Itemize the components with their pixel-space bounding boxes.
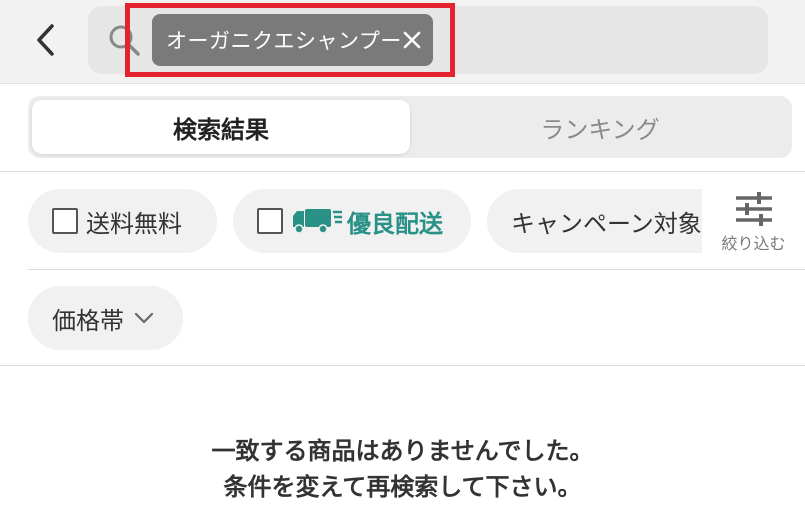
checkbox[interactable] xyxy=(257,208,283,234)
filter-free-shipping-label: 送料無料 xyxy=(86,209,182,238)
divider xyxy=(0,171,805,172)
filter-campaign-label: キャンペーン対象 xyxy=(511,209,702,238)
back-button[interactable] xyxy=(24,18,68,62)
filter-row: 送料無料 優良配送 キャンペーン対象 xyxy=(0,184,805,260)
sliders-icon xyxy=(735,192,772,226)
delivery-truck-icon xyxy=(293,209,342,234)
filter-good-delivery-label: 優良配送 xyxy=(347,209,443,238)
narrow-down-button[interactable]: 絞り込む xyxy=(702,184,805,260)
price-range-label: 価格帯 xyxy=(52,306,124,335)
checkbox[interactable] xyxy=(52,208,78,234)
highlight-annotation-box xyxy=(125,3,455,77)
price-range-dropdown[interactable]: 価格帯 xyxy=(28,286,183,350)
divider xyxy=(28,269,805,270)
no-results-line-1: 一致する商品はありませんでした。 xyxy=(211,437,594,465)
chevron-down-icon xyxy=(134,312,154,324)
filter-free-shipping[interactable]: 送料無料 xyxy=(28,189,217,253)
chevron-left-icon xyxy=(37,24,54,56)
tab-search-results[interactable]: 検索結果 xyxy=(32,100,410,154)
filter-good-delivery[interactable]: 優良配送 xyxy=(233,189,471,253)
tab-ranking[interactable]: ランキング xyxy=(412,100,788,154)
no-results-message: 一致する商品はありませんでした。 条件を変えて再検索して下さい。 xyxy=(0,433,805,505)
divider xyxy=(0,365,805,366)
narrow-down-label: 絞り込む xyxy=(721,234,786,253)
no-results-line-2: 条件を変えて再検索して下さい。 xyxy=(223,473,582,501)
tab-switcher: 検索結果 ランキング xyxy=(28,96,792,158)
